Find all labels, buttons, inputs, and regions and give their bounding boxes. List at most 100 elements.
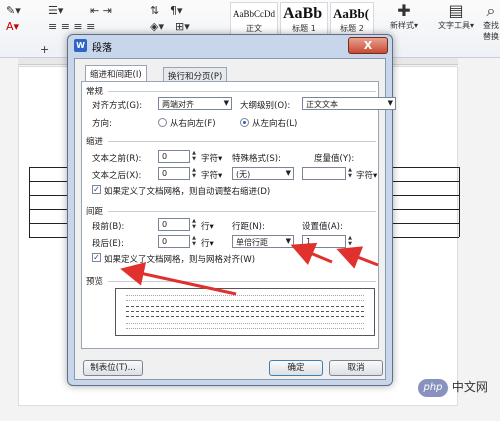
ltr-label: 从左向右(L) (252, 119, 298, 129)
auto-adjust-indent-checkbox[interactable]: ✓ (92, 185, 101, 194)
style-sample: AaBb( (333, 6, 370, 21)
preview-section-label: 预览 (86, 277, 104, 287)
new-style-icon: ✚ (397, 1, 411, 20)
setting-value: 1 (306, 237, 312, 246)
ok-button[interactable]: 确定 (269, 360, 323, 376)
style-normal[interactable]: AaBbCcDd 正文 (230, 2, 278, 36)
watermark-text: 中文网 (451, 380, 488, 394)
alignment-dropdown[interactable]: 两端对齐 ▼ (158, 97, 232, 110)
highlight-icon[interactable]: ✎▾ (6, 4, 21, 17)
special-format-dropdown[interactable]: (无) ▼ (232, 167, 294, 180)
list-bullets-icon[interactable]: ☰▾ (48, 4, 63, 17)
font-color-icon[interactable]: A▾ (6, 20, 19, 33)
indent-before-label: 文本之前(R): (92, 154, 142, 164)
text-tools-label: 文字工具 (437, 21, 470, 30)
line-spacing-value: 单倍行距 (236, 238, 268, 247)
indent-after-spinner[interactable]: ▲ ▼ (190, 167, 198, 180)
style-label: 正文 (246, 24, 262, 33)
find-icon: ⌕ (486, 2, 496, 20)
new-style-button[interactable]: ✚ 新样式▾ (386, 2, 422, 31)
style-sample: AaBb (283, 5, 323, 22)
indent-icon[interactable]: ⇤ ⇥ (90, 4, 112, 17)
new-style-label: 新样式 (389, 21, 414, 30)
indent-after-unit[interactable]: 字符▾ (201, 169, 222, 181)
space-before-spinner[interactable]: ▲ ▼ (190, 218, 198, 231)
line-spacing-label: 行距(N): (232, 222, 265, 232)
indent-before-input[interactable]: 0 (158, 150, 190, 163)
paragraph-mark-icon[interactable]: ¶▾ (170, 4, 183, 17)
indent-after-input[interactable]: 0 (158, 167, 190, 180)
dialog-titlebar[interactable]: W 段落 X (68, 35, 392, 57)
space-after-label: 段后(E): (92, 239, 124, 249)
setting-value-label: 设置值(A): (302, 222, 343, 232)
style-heading1[interactable]: AaBb 标题 1 (280, 2, 328, 36)
tabs-button[interactable]: 制表位(T)... (83, 360, 143, 376)
php-logo: php (418, 378, 448, 397)
general-section-label: 常规 (86, 87, 104, 97)
rtl-label: 从右向左(F) (170, 119, 216, 129)
paragraph-dialog: W 段落 X 缩进和间距(I) 换行和分页(P) 常规 对齐方式(G): 两端对… (67, 34, 396, 386)
preview-box (115, 288, 375, 336)
style-label: 标题 1 (292, 24, 316, 33)
chevron-down-icon: ▼ (223, 99, 229, 107)
setting-value-spinner[interactable]: ▲ ▼ (346, 235, 354, 248)
measure-label: 度量值(Y): (314, 154, 355, 164)
text-tools-button[interactable]: ▤ 文字工具▾ (432, 2, 480, 31)
cancel-button[interactable]: 取消 (329, 360, 383, 376)
add-tab-icon[interactable]: + (40, 43, 49, 56)
special-format-value: (无) (236, 170, 251, 179)
space-after-input[interactable]: 0 (158, 235, 190, 248)
spacing-section-label: 间距 (86, 207, 104, 217)
align-icons[interactable]: ≡ ≡ ≡ ≡ (48, 20, 95, 33)
measure-unit[interactable]: 字符▾ (356, 169, 377, 181)
text-tools-icon: ▤ (448, 1, 464, 20)
shading-icon[interactable]: ◈▾ (150, 20, 164, 33)
close-button[interactable]: X (348, 37, 388, 54)
app-icon: W (74, 39, 87, 52)
space-after-spinner[interactable]: ▲ ▼ (190, 235, 198, 248)
auto-adjust-indent-label: 如果定义了文档网格，则自动调整右缩进(D) (104, 187, 271, 197)
space-after-value: 0 (162, 237, 168, 246)
outline-level-label: 大纲级别(O): (240, 101, 291, 111)
indent-before-value: 0 (162, 152, 168, 161)
outline-level-value: 正文文本 (306, 100, 338, 109)
space-before-input[interactable]: 0 (158, 218, 190, 231)
chevron-down-icon: ▼ (285, 169, 291, 177)
ltr-radio[interactable] (240, 118, 249, 127)
find-replace-button[interactable]: ⌕ 查找替换 (482, 2, 500, 42)
line-spacing-dropdown[interactable]: 单倍行距 ▼ (232, 235, 294, 248)
dialog-client: 缩进和间距(I) 换行和分页(P) 常规 对齐方式(G): 两端对齐 ▼ 大纲级… (74, 58, 396, 380)
watermark: php 中文网 (418, 378, 488, 397)
style-sample: AaBbCcDd (233, 9, 275, 19)
find-replace-label: 查找替换 (483, 21, 499, 41)
style-heading2[interactable]: AaBb( 标题 2 (330, 2, 374, 36)
space-before-value: 0 (162, 220, 168, 229)
snap-to-grid-label: 如果定义了文档网格，则与网格对齐(W) (104, 255, 256, 265)
dialog-title: 段落 (92, 43, 112, 54)
alignment-value: 两端对齐 (162, 100, 194, 109)
measure-input[interactable] (302, 167, 346, 180)
setting-value-input[interactable]: 1 (302, 235, 346, 248)
border-icon[interactable]: ⊞▾ (175, 20, 190, 33)
space-before-label: 段前(B): (92, 222, 125, 232)
space-after-unit[interactable]: 行▾ (201, 237, 214, 249)
tab-label: 缩进和间距(I) (90, 70, 142, 80)
indent-before-spinner[interactable]: ▲ ▼ (190, 150, 198, 163)
indent-after-value: 0 (162, 169, 168, 178)
indent-before-unit[interactable]: 字符▾ (201, 152, 222, 164)
chevron-down-icon: ▼ (387, 99, 393, 107)
indent-after-label: 文本之后(X): (92, 171, 142, 181)
space-before-unit[interactable]: 行▾ (201, 220, 214, 232)
indent-section-label: 缩进 (86, 137, 104, 147)
sort-icon[interactable]: ⇅ (150, 4, 159, 17)
direction-label: 方向: (92, 119, 112, 129)
tab-indent-spacing[interactable]: 缩进和间距(I) (85, 65, 147, 82)
outline-level-dropdown[interactable]: 正文文本 ▼ (302, 97, 396, 110)
style-label: 标题 2 (340, 24, 364, 33)
chevron-down-icon: ▼ (285, 237, 291, 245)
tab-line-page-breaks[interactable]: 换行和分页(P) (163, 67, 228, 82)
rtl-radio[interactable] (158, 118, 167, 127)
snap-to-grid-checkbox[interactable]: ✓ (92, 253, 101, 262)
alignment-label: 对齐方式(G): (92, 101, 143, 111)
measure-spinner[interactable]: ▲ ▼ (346, 167, 354, 180)
